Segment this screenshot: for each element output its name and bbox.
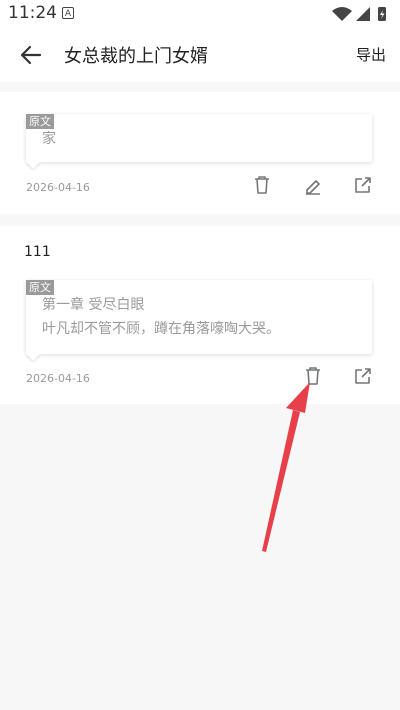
note-card: 原文 家 2026-04-16	[0, 92, 400, 214]
share-icon[interactable]	[352, 365, 374, 387]
quote-line: 叶凡却不管不顾，蹲在角落嚎啕大哭。	[42, 321, 280, 337]
status-icons	[332, 7, 386, 21]
annotation-arrow-body	[262, 410, 300, 552]
status-bar: 11:24 A	[0, 0, 400, 28]
quote-tag: 原文	[26, 280, 54, 295]
share-icon[interactable]	[352, 174, 374, 196]
notification-a-icon: A	[62, 7, 74, 19]
note-card: 111 原文 第一章 受尽白眼 叶凡却不管不顾，蹲在角落嚎啕大哭。 2026-0…	[0, 226, 400, 404]
quote-box: 原文 家	[26, 114, 372, 169]
quote-tag: 原文	[26, 114, 54, 129]
quote-box: 原文 第一章 受尽白眼 叶凡却不管不顾，蹲在角落嚎啕大哭。	[26, 280, 372, 361]
note-date: 2026-04-16	[26, 181, 90, 194]
signal-icon	[356, 7, 370, 21]
trash-icon[interactable]	[302, 365, 324, 387]
edit-icon[interactable]	[302, 174, 324, 196]
quote-pointer	[26, 162, 40, 169]
note-date: 2026-04-16	[26, 372, 90, 385]
export-button[interactable]: 导出	[356, 44, 386, 65]
trash-icon[interactable]	[251, 174, 273, 196]
app-bar: 女总裁的上门女婿 导出	[0, 28, 400, 82]
page-title: 女总裁的上门女婿	[64, 46, 208, 67]
quote-line: 家	[42, 131, 56, 147]
note-title: 111	[24, 244, 51, 260]
wifi-icon	[332, 7, 352, 21]
back-arrow-icon[interactable]	[18, 42, 44, 68]
quote-line: 第一章 受尽白眼	[42, 297, 145, 313]
status-time: 11:24	[8, 3, 57, 23]
quote-pointer	[26, 354, 40, 361]
